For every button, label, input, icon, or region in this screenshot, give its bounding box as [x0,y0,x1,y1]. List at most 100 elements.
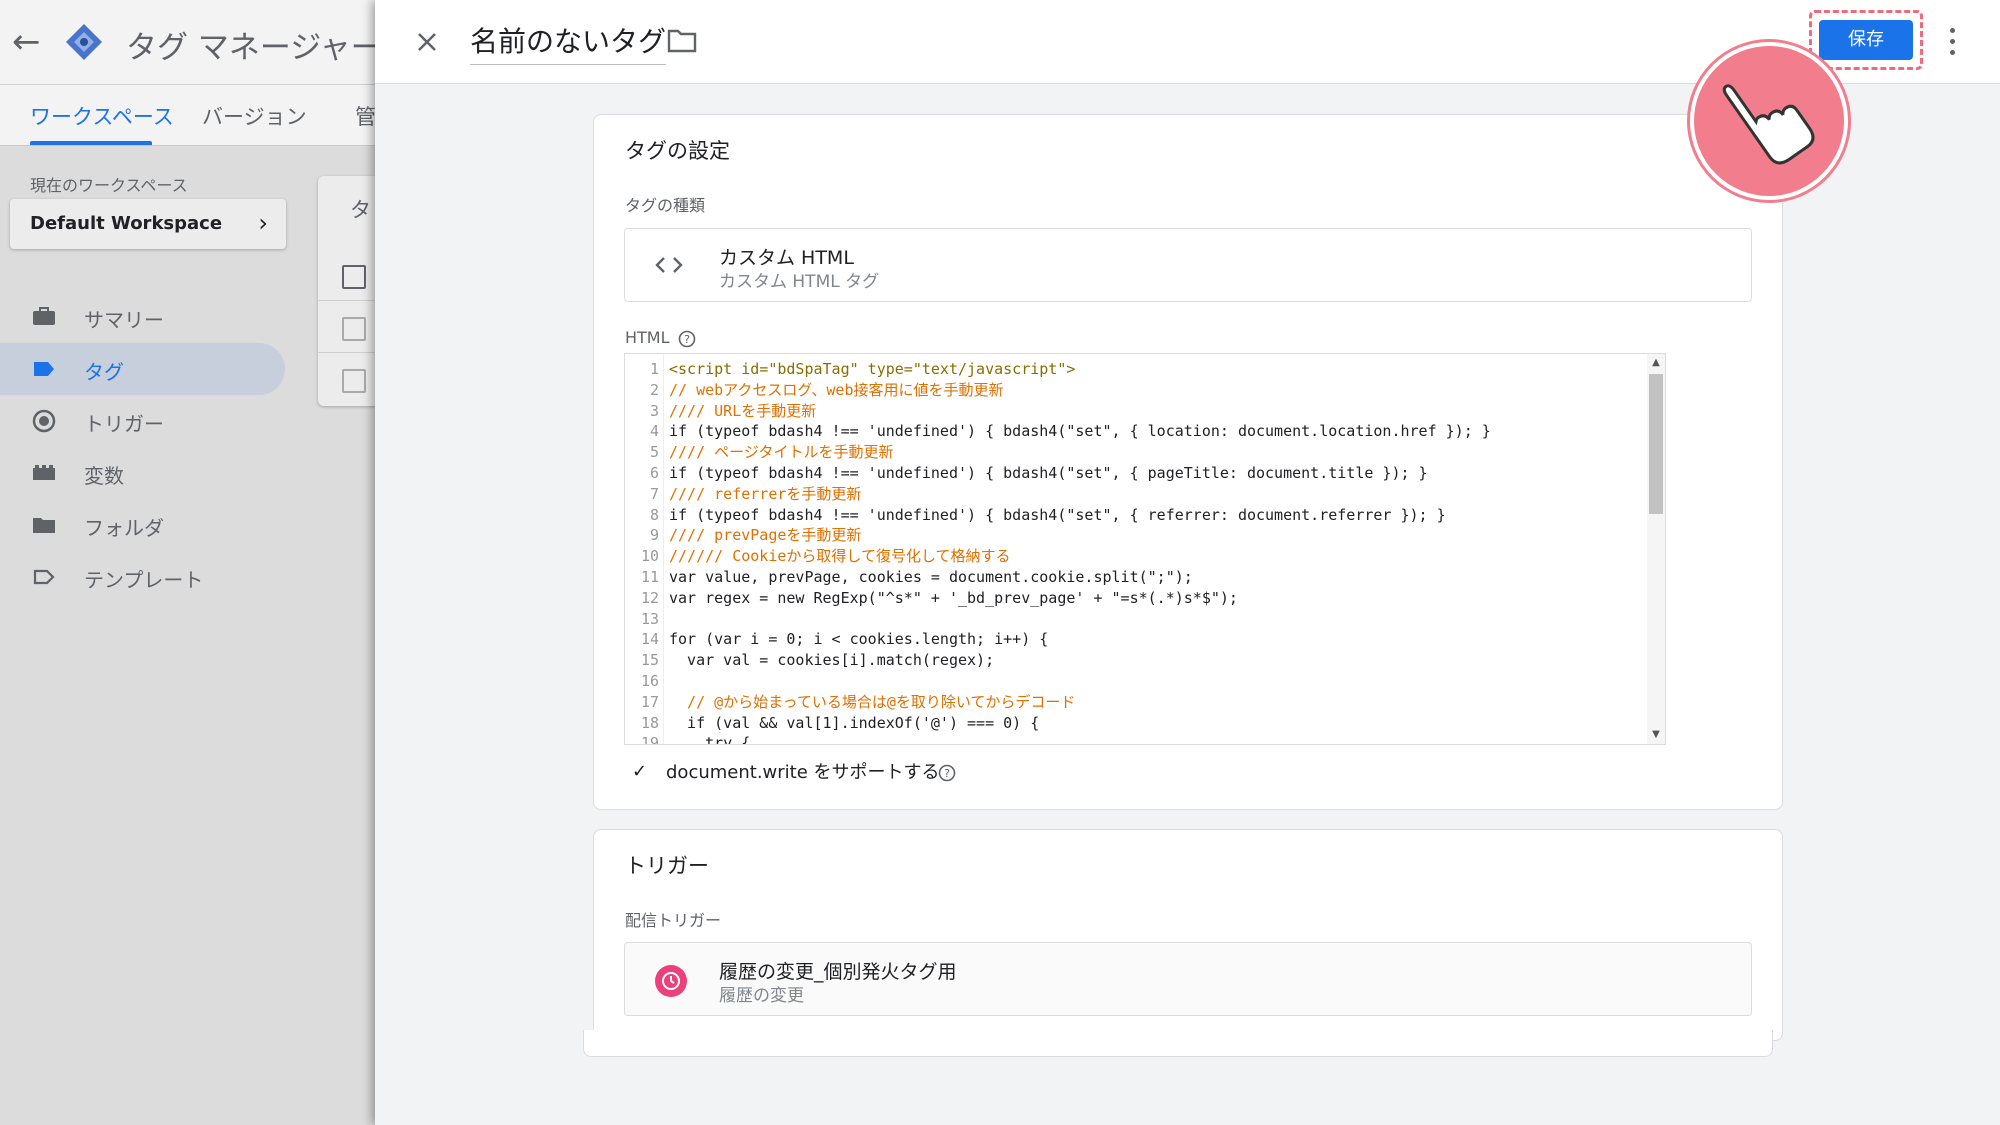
sidebar-item-triggers[interactable]: トリガー [0,395,285,447]
gtm-logo-icon [66,24,102,60]
code-text: try { [669,734,751,745]
chevron-right-icon: › [258,209,268,237]
help-icon[interactable]: ? [678,330,696,348]
pointing-hand-callout-icon [1690,42,1848,200]
help-icon[interactable]: ? [938,764,956,782]
trigger-type: 履歴の変更 [719,986,804,1006]
line-number: 3 [649,401,659,420]
tag-icon [34,362,54,376]
code-text: // @から始まっている場合は@を取り除いてからデコード [669,692,1076,711]
sidebar-item-tags[interactable]: タグ [0,343,285,395]
code-text: //// URLを手動更新 [669,401,817,420]
scrollbar-thumb[interactable] [1649,374,1663,514]
line-number: 17 [640,692,659,711]
divider [318,300,378,301]
scroll-down-arrow-icon[interactable]: ▼ [1647,726,1665,744]
workspace-selector[interactable]: Default Workspace › [10,199,286,249]
tab-workspace[interactable]: ワークスペース [30,101,174,131]
variables-icon [33,465,55,480]
code-line: 9 //// prevPageを手動更新 [625,525,1645,546]
code-text: ////// Cookieから取得して復号化して格納する [669,547,1011,566]
tag-config-card: タグの設定 タグの種類 カスタム HTML カスタム HTML タグ HTML … [593,114,1783,810]
code-line: 18 if (val && val[1].indexOf('@') === 0)… [625,713,1645,734]
code-line: 2 // webアクセスログ、web接客用に値を手動更新 [625,380,1645,401]
line-number: 18 [640,713,659,732]
sidebar-item-label: トリガー [84,412,164,436]
code-text: var value, prevPage, cookies = document.… [669,567,1193,586]
code-text: //// ページタイトルを手動更新 [669,443,894,462]
tag-type-label: タグの種類 [625,196,706,215]
table-title: タ [350,198,371,222]
line-number: 4 [649,422,659,441]
code-text: if (val && val[1].indexOf('@') === 0) { [669,713,1040,732]
workspace-label: 現在のワークスペース [30,176,188,195]
tag-type-name: カスタム HTML [719,247,854,269]
line-number: 15 [640,651,659,670]
code-line: 19 try { [625,733,1645,745]
trigger-icon [32,409,56,433]
html-code-editor[interactable]: 1 <script id="bdSpaTag" type="text/javasc… [624,353,1666,745]
sidebar-item-label: 変数 [84,464,124,488]
line-number: 11 [640,567,659,586]
sidebar-item-folders[interactable]: フォルダ [0,499,285,551]
code-text: // webアクセスログ、web接客用に値を手動更新 [669,380,1004,399]
tab-admin[interactable]: 管 [355,101,376,131]
scroll-up-arrow-icon[interactable]: ▲ [1647,354,1665,372]
line-number: 14 [640,630,659,649]
check-icon[interactable]: ✓ [632,761,647,782]
code-lines: 1 <script id="bdSpaTag" type="text/javasc… [625,359,1645,745]
code-text: if (typeof bdash4 !== 'undefined') { bda… [669,422,1491,441]
firing-trigger-label: 配信トリガー [625,911,722,930]
code-text: <script id="bdSpaTag" type="text/javascr… [669,360,1076,378]
template-icon [33,569,55,585]
card-bottom-edge [583,1030,1773,1057]
code-line: 5 //// ページタイトルを手動更新 [625,442,1645,463]
code-text: //// prevPageを手動更新 [669,526,862,545]
line-number: 19 [640,734,659,745]
sidebar-item-variables[interactable]: 変数 [0,447,285,499]
more-vert-icon[interactable] [1945,26,1961,60]
briefcase-icon [33,307,55,325]
code-line: 1 <script id="bdSpaTag" type="text/javasc… [625,359,1645,380]
history-change-icon [655,965,687,997]
code-line: 8 if (typeof bdash4 !== 'undefined') { bd… [625,505,1645,526]
divider [318,352,378,353]
app-title: タグ マネージャー [126,30,382,66]
line-number: 9 [649,526,659,545]
select-all-checkbox[interactable] [342,265,366,289]
sidebar-item-label: サマリー [84,308,164,332]
document-write-label: document.write をサポートする [666,762,940,783]
tab-versions[interactable]: バージョン [202,101,307,131]
folder-icon[interactable] [667,28,697,54]
code-line: 15 var val = cookies[i].match(regex); [625,650,1645,671]
folder-icon [33,518,55,533]
tag-name-field[interactable]: 名前のないタグ [470,20,667,65]
close-icon[interactable] [405,20,449,64]
trigger-item[interactable]: 履歴の変更_個別発火タグ用 履歴の変更 [624,942,1752,1016]
tag-type-selector[interactable]: カスタム HTML カスタム HTML タグ [624,228,1752,302]
active-tab-indicator [30,141,152,145]
card-title: トリガー [625,854,709,878]
code-text: var regex = new RegExp("^s*" + '_bd_prev… [669,588,1238,607]
sidebar-item-label: タグ [84,360,124,384]
sidebar-item-label: フォルダ [84,516,164,540]
editor-scrollbar[interactable]: ▲ ▼ [1647,354,1665,744]
code-text: for (var i = 0; i < cookies.length; i++)… [669,630,1049,649]
line-number: 13 [640,609,659,628]
app-header: ← タグ マネージャー [0,0,382,85]
line-number: 12 [640,588,659,607]
code-line: 4 if (typeof bdash4 !== 'undefined') { bd… [625,421,1645,442]
sidebar-item-label: テンプレート [84,568,204,592]
row-checkbox[interactable] [342,369,366,393]
line-number: 2 [649,380,659,399]
trigger-name: 履歴の変更_個別発火タグ用 [719,961,957,983]
code-line: 13 [625,609,1645,630]
code-line: 17 // @から始まっている場合は@を取り除いてからデコード [625,692,1645,713]
line-number: 16 [640,671,659,690]
back-arrow-icon[interactable]: ← [12,22,41,62]
row-checkbox[interactable] [342,317,366,341]
sidebar-item-summary[interactable]: サマリー [0,291,285,343]
sidebar-item-templates[interactable]: テンプレート [0,551,285,603]
code-text: if (typeof bdash4 !== 'undefined') { bda… [669,463,1428,482]
svg-text:?: ? [944,767,950,780]
